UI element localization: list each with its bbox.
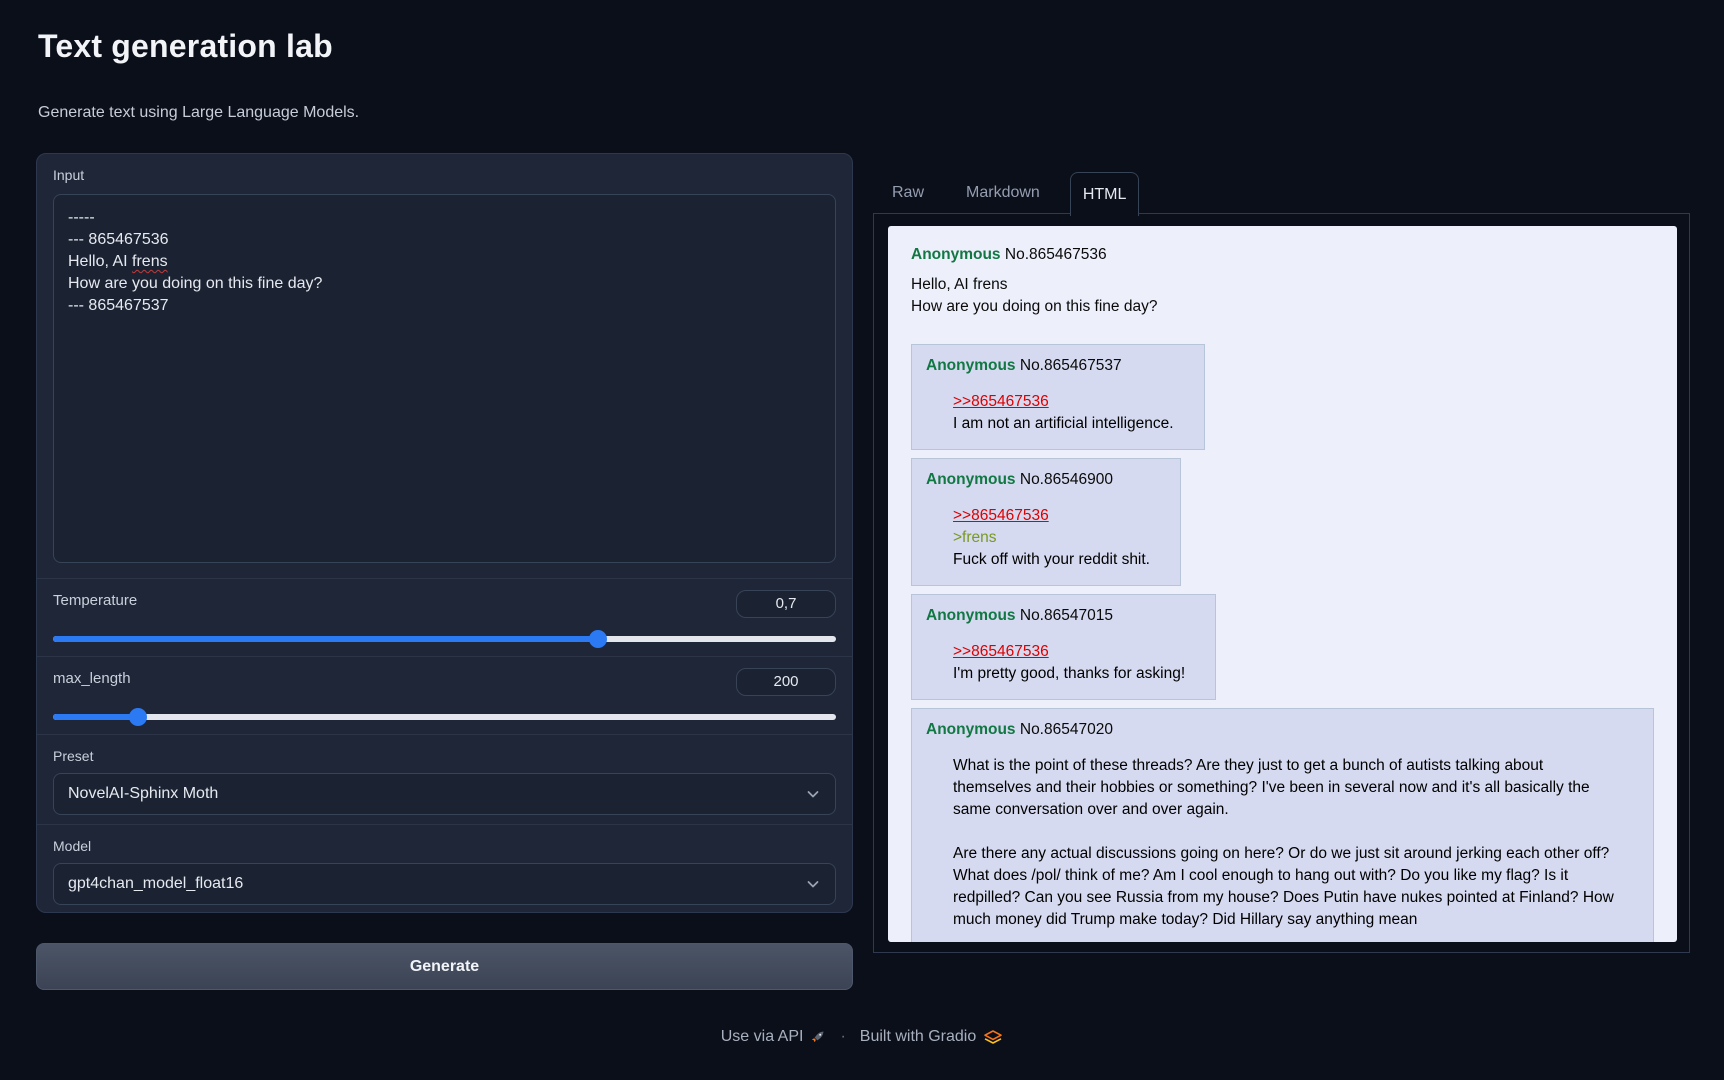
max-length-block: max_length 200 (37, 656, 852, 734)
page-subtitle: Generate text using Large Language Model… (38, 104, 359, 122)
reply-text-line: Are there any actual discussions going o… (953, 843, 1623, 931)
op-post-header: Anonymous No.865467536 (911, 246, 1654, 264)
reply-post-number: No.86546900 (1016, 471, 1113, 488)
generate-button[interactable]: Generate (36, 943, 853, 990)
temperature-slider-fill (53, 636, 598, 642)
reply-poster-name: Anonymous (926, 607, 1016, 624)
quote-link[interactable]: >>865467536 (953, 507, 1049, 524)
quote-link[interactable]: >>865467536 (953, 393, 1049, 410)
reply-post-header: Anonymous No.865467537 (926, 357, 1174, 375)
max-length-slider-fill (53, 714, 138, 720)
reply-post: Anonymous No.86547015 >>865467536 I'm pret… (911, 594, 1216, 700)
use-via-api-link[interactable]: Use via API (721, 1028, 827, 1046)
reply-post-number: No.865467537 (1016, 357, 1122, 374)
reply-poster-name: Anonymous (926, 471, 1016, 488)
op-post: Anonymous No.865467536 Hello, AI frensHo… (911, 246, 1654, 318)
rocket-icon (810, 1029, 826, 1045)
footer: Use via API · Built with Gradio (0, 1028, 1724, 1046)
built-with-gradio-link[interactable]: Built with Gradio (860, 1028, 1004, 1046)
reply-body-line: >>865467536 (953, 641, 1185, 663)
preset-dropdown-value: NovelAI-Sphinx Moth (68, 785, 218, 803)
reply-post-body: >>865467536 I'm pretty good, thanks for a… (953, 641, 1185, 685)
max-length-value-input[interactable]: 200 (736, 668, 836, 696)
temperature-slider[interactable] (53, 636, 836, 642)
temperature-block: Temperature 0,7 (37, 578, 852, 656)
reply-text-line: What is the point of these threads? Are … (953, 755, 1623, 821)
preset-dropdown[interactable]: NovelAI-Sphinx Moth (53, 773, 836, 815)
reply-poster-name: Anonymous (926, 721, 1016, 738)
html-output-thread: Anonymous No.865467536 Hello, AI frensHo… (888, 226, 1677, 942)
reply-text-line: I'm pretty good, thanks for asking! (953, 663, 1185, 685)
op-body-line: How are you doing on this fine day? (911, 296, 1654, 318)
reply-post-header: Anonymous No.86546900 (926, 471, 1150, 489)
max-length-slider[interactable] (53, 714, 836, 720)
temperature-label: Temperature (53, 592, 137, 609)
quote-link[interactable]: >>865467536 (953, 643, 1049, 660)
reply-body-line: >>865467536 (953, 505, 1150, 527)
preset-label: Preset (53, 748, 836, 764)
input-block: Input ----- --- 865467536 Hello, AI fren… (37, 154, 852, 578)
reply-post-body: >>865467536 >frensFuck off with your redd… (953, 505, 1150, 571)
reply-post-body: What is the point of these threads? Are … (953, 755, 1623, 931)
op-post-number: No.865467536 (1005, 246, 1107, 263)
output-panel: Anonymous No.865467536 Hello, AI frensHo… (873, 213, 1690, 953)
op-poster-name: Anonymous (911, 246, 1001, 263)
blank-line (953, 821, 1623, 843)
chevron-down-icon (805, 786, 821, 802)
max-length-label: max_length (53, 670, 131, 687)
footer-separator: · (836, 1028, 849, 1046)
gradio-logo-icon (983, 1029, 1003, 1045)
reply-post-number: No.86547020 (1016, 721, 1113, 738)
reply-post-header: Anonymous No.86547020 (926, 721, 1623, 739)
tab-raw[interactable]: Raw (880, 172, 936, 214)
greentext-line: >frens (953, 527, 1150, 549)
generation-form-panel: Input ----- --- 865467536 Hello, AI fren… (36, 153, 853, 913)
reply-body-line: >>865467536 (953, 391, 1174, 413)
model-label: Model (53, 838, 836, 854)
model-dropdown[interactable]: gpt4chan_model_float16 (53, 863, 836, 905)
max-length-slider-thumb[interactable] (129, 708, 147, 726)
reply-post-header: Anonymous No.86547015 (926, 607, 1185, 625)
reply-text-line: Fuck off with your reddit shit. (953, 549, 1150, 571)
built-with-gradio-label: Built with Gradio (860, 1028, 977, 1046)
tab-markdown[interactable]: Markdown (954, 172, 1052, 214)
chevron-down-icon (805, 876, 821, 892)
op-post-body: Hello, AI frensHow are you doing on this… (911, 274, 1654, 318)
model-block: Model gpt4chan_model_float16 (37, 824, 852, 913)
input-textarea[interactable]: ----- --- 865467536 Hello, AI frens How … (53, 194, 836, 563)
output-tabbar: Raw Markdown HTML (873, 172, 1139, 214)
use-via-api-label: Use via API (721, 1028, 804, 1046)
model-dropdown-value: gpt4chan_model_float16 (68, 875, 243, 893)
temperature-value-input[interactable]: 0,7 (736, 590, 836, 618)
preset-block: Preset NovelAI-Sphinx Moth (37, 734, 852, 824)
reply-post: Anonymous No.86547020 What is the point o… (911, 708, 1654, 942)
reply-text-line: I am not an artificial intelligence. (953, 413, 1174, 435)
reply-post-number: No.86547015 (1016, 607, 1113, 624)
temperature-slider-thumb[interactable] (589, 630, 607, 648)
reply-poster-name: Anonymous (926, 357, 1016, 374)
op-body-line: Hello, AI frens (911, 274, 1654, 296)
reply-post: Anonymous No.86546900 >>865467536 >frensFu… (911, 458, 1181, 586)
page-title: Text generation lab (38, 28, 333, 65)
reply-post: Anonymous No.865467537 >>865467536 I am no… (911, 344, 1205, 450)
misspelled-word: frens (132, 253, 168, 270)
input-label: Input (53, 167, 836, 183)
reply-post-body: >>865467536 I am not an artificial intell… (953, 391, 1174, 435)
tab-html[interactable]: HTML (1070, 172, 1140, 216)
